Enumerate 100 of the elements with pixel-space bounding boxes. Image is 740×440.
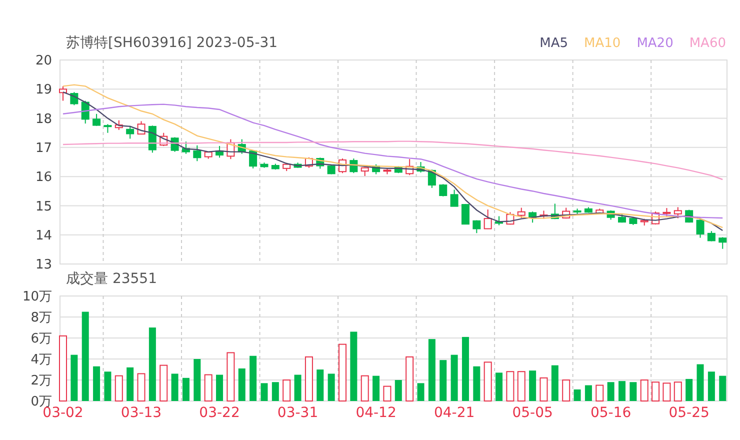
volume-bar [383, 386, 392, 402]
candlestick [674, 206, 682, 219]
volume-title: 成交量 23551 [65, 270, 158, 288]
volume-bar [584, 385, 592, 401]
candlestick [226, 138, 235, 160]
candlestick [472, 220, 481, 234]
volume-bar [417, 383, 424, 401]
volume-bar [194, 359, 201, 401]
axis-label: 4万 [30, 352, 52, 368]
volume-bar [137, 373, 146, 402]
volume-bar [440, 360, 447, 401]
volume-bar [226, 352, 235, 402]
candlestick [550, 203, 559, 220]
candlestick [662, 208, 671, 217]
candlestick [260, 162, 268, 168]
candlestick [461, 203, 470, 225]
legend-label: MA10 [584, 36, 621, 50]
candlestick [618, 213, 626, 224]
candlestick [406, 158, 414, 176]
axis-label: 05-25 [668, 405, 710, 421]
legend-label: MA60 [689, 36, 726, 50]
candlestick [59, 86, 67, 102]
volume-bar [338, 344, 346, 402]
candlestick [439, 184, 448, 197]
axis-label: 10万 [22, 290, 52, 305]
candlestick [327, 164, 336, 175]
volume-bar [708, 372, 715, 401]
axis-label: 03-22 [199, 405, 240, 421]
volume-bar [652, 382, 660, 402]
candlestick [707, 230, 716, 242]
volume-bar [473, 366, 480, 401]
axis-label: 05-05 [512, 405, 553, 421]
candlestick [416, 162, 425, 173]
candlestick [484, 209, 492, 230]
candlestick [193, 144, 202, 162]
candlestick [137, 120, 146, 135]
volume-bar [260, 383, 268, 401]
axis-label: 04-12 [356, 405, 396, 421]
volume-bar [316, 370, 324, 401]
volume-bar [93, 366, 100, 401]
volume-bar [394, 380, 402, 401]
candlestick [249, 150, 258, 169]
volume-bar [238, 368, 246, 401]
candlestick [584, 206, 592, 214]
volume-bar [182, 378, 190, 401]
axis-label: 20 [35, 54, 52, 69]
volume-bar [517, 371, 526, 402]
candlestick [294, 162, 302, 168]
candlestick [596, 208, 604, 215]
volume-bar [126, 367, 134, 401]
volume-bar [160, 364, 168, 402]
candlestick [282, 162, 291, 172]
volume-bar [216, 374, 224, 401]
axis-label: 8万 [30, 310, 52, 326]
volume-bar [596, 384, 604, 402]
axis-label: 2万 [30, 374, 52, 389]
legend-label: MA5 [540, 36, 568, 50]
candlestick [450, 189, 458, 207]
axis-label: 13 [35, 258, 52, 270]
candlestick [304, 156, 313, 168]
candlestick [372, 164, 380, 175]
candlestick [562, 207, 570, 220]
candlestick [383, 168, 392, 175]
candlestick [148, 125, 156, 154]
candlestick [126, 126, 134, 140]
candlestick [204, 151, 212, 160]
axis-label: 18 [35, 112, 52, 127]
volume-bar [204, 374, 212, 402]
volume-bar [372, 376, 380, 401]
candlestick [350, 158, 358, 174]
axis-label: 14 [35, 228, 52, 244]
volume-bar [529, 370, 536, 401]
candlestick [316, 157, 324, 170]
volume-bar [450, 354, 458, 401]
chart-title: 苏博特[SH603916] 2023-05-31 [66, 34, 278, 52]
volume-bar [350, 332, 358, 401]
volume-bar [630, 382, 637, 401]
candlestick [606, 210, 615, 220]
candlestick [629, 216, 638, 226]
volume-bar [282, 380, 291, 402]
volume-bar [607, 382, 614, 401]
candlestick [573, 208, 582, 214]
candlestick [182, 141, 190, 154]
legend-label: MA20 [636, 36, 674, 50]
candlestick [495, 216, 504, 226]
volume-bar [328, 374, 335, 401]
volume-bar [540, 377, 548, 402]
volume-bar [696, 364, 704, 401]
volume-bar [428, 339, 436, 401]
axis-label: 03-31 [277, 405, 318, 421]
volume-bar [294, 374, 302, 401]
volume-bar [506, 371, 514, 402]
volume-bar [484, 362, 492, 402]
candlestick [394, 166, 402, 174]
volume-bar [114, 375, 123, 402]
volume-bar [462, 336, 469, 401]
volume-bar [59, 335, 67, 402]
candlestick [160, 132, 168, 146]
volume-bar [104, 372, 112, 401]
volume-bar [574, 389, 581, 401]
